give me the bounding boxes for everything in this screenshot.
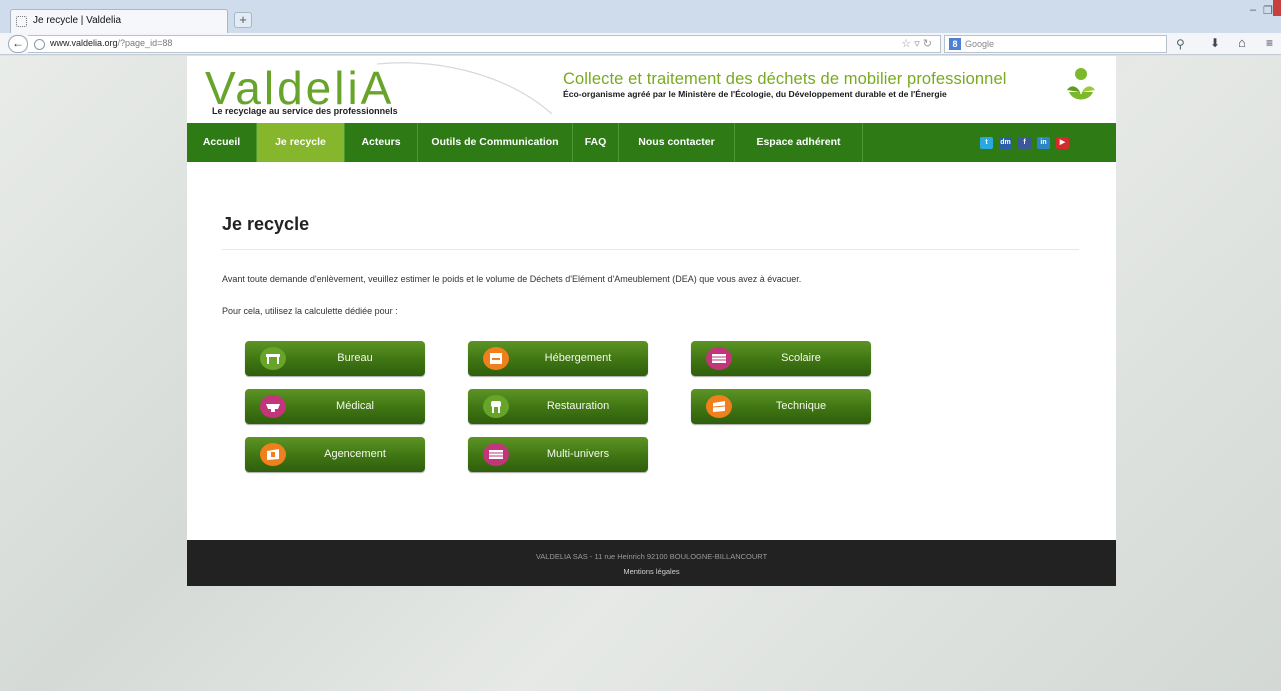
calc-hebergement-button[interactable]: Hébergement xyxy=(468,341,648,376)
favicon-icon xyxy=(16,16,27,27)
download-icon[interactable]: ⬇ xyxy=(1210,36,1220,50)
browser-tab-bar: Je recycle | Valdelia + – ❐ xyxy=(0,0,1281,33)
site-container: ValdeliA Le recyclage au service des pro… xyxy=(187,56,1116,586)
nav-je-recycle[interactable]: Je recycle xyxy=(257,123,345,162)
back-button[interactable]: ← xyxy=(8,35,28,53)
calc-label: Médical xyxy=(336,400,374,412)
office-desk-icon xyxy=(260,347,286,370)
calc-label: Technique xyxy=(775,400,827,412)
main-navigation: Accueil Je recycle Acteurs Outils de Com… xyxy=(187,123,1116,162)
site-header: ValdeliA Le recyclage au service des pro… xyxy=(187,56,1116,123)
nav-nous-contacter[interactable]: Nous contacter xyxy=(619,123,735,162)
mentions-legales-link[interactable]: Mentions légales xyxy=(187,567,1116,576)
nav-acteurs[interactable]: Acteurs xyxy=(345,123,418,162)
bed-icon xyxy=(483,347,509,370)
minimize-icon[interactable]: – xyxy=(1250,4,1256,16)
calc-label: Agencement xyxy=(324,448,386,460)
youtube-icon[interactable]: ▶ xyxy=(1056,137,1069,149)
site-footer: VALDELIA SAS - 11 rue Heinrich 92100 BOU… xyxy=(187,540,1116,586)
footer-address: VALDELIA SAS - 11 rue Heinrich 92100 BOU… xyxy=(535,552,768,561)
calc-multi-univers-button[interactable]: Multi-univers xyxy=(468,437,648,472)
nav-outils-communication[interactable]: Outils de Communication xyxy=(418,123,573,162)
header-title: Collecte et traitement des déchets de mo… xyxy=(563,70,1007,88)
multi-furniture-icon xyxy=(483,443,509,466)
nav-espace-adherent[interactable]: Espace adhérent xyxy=(735,123,863,162)
twitter-icon[interactable]: t xyxy=(980,137,993,149)
page-background: ValdeliA Le recyclage au service des pro… xyxy=(0,56,1281,691)
nav-accueil[interactable]: Accueil xyxy=(187,123,257,162)
calc-label: Hébergement xyxy=(544,352,612,364)
menu-icon[interactable]: ≡ xyxy=(1266,36,1273,50)
intro-text: Avant toute demande d'enlèvement, veuill… xyxy=(222,274,802,284)
url-bar[interactable]: www.valdelia.org/?page_id=88 ☆ ▿ ↻ xyxy=(28,35,941,53)
calc-label: Restauration xyxy=(546,400,610,412)
calc-label: Bureau xyxy=(337,352,373,364)
shelving-icon xyxy=(706,395,732,418)
tagline: Le recyclage au service des professionne… xyxy=(212,106,398,116)
plant-logo-icon xyxy=(1067,68,1095,100)
url-text: www.valdelia.org/?page_id=88 xyxy=(50,38,173,48)
calc-label: Multi-univers xyxy=(546,448,610,460)
nav-faq[interactable]: FAQ xyxy=(573,123,619,162)
globe-icon xyxy=(34,39,45,50)
linkedin-icon[interactable]: in xyxy=(1037,137,1050,149)
search-icon[interactable]: ⚲ xyxy=(1176,37,1185,51)
dailymotion-icon[interactable]: dm xyxy=(999,137,1012,149)
chair-icon xyxy=(483,395,509,418)
tab-title: Je recycle | Valdelia xyxy=(33,15,122,26)
search-bar[interactable]: 8 Google xyxy=(944,35,1167,53)
calc-medical-button[interactable]: Médical xyxy=(245,389,425,424)
google-icon: 8 xyxy=(949,38,961,50)
search-placeholder: Google xyxy=(965,39,995,49)
calc-agencement-button[interactable]: Agencement xyxy=(245,437,425,472)
browser-nav-bar: ← www.valdelia.org/?page_id=88 ☆ ▿ ↻ 8 G… xyxy=(0,33,1281,55)
facebook-icon[interactable]: f xyxy=(1018,137,1031,149)
header-subtitle: Éco-organisme agréé par le Ministère de … xyxy=(563,89,947,99)
cabinet-icon xyxy=(260,443,286,466)
calc-bureau-button[interactable]: Bureau xyxy=(245,341,425,376)
new-tab-button[interactable]: + xyxy=(234,12,252,28)
calc-technique-button[interactable]: Technique xyxy=(691,389,871,424)
home-icon[interactable]: ⌂ xyxy=(1238,35,1246,50)
school-desk-icon xyxy=(706,347,732,370)
page-title: Je recycle xyxy=(222,214,310,234)
calc-scolaire-button[interactable]: Scolaire xyxy=(691,341,871,376)
main-content: Je recycle Avant toute demande d'enlèvem… xyxy=(187,162,1116,540)
calc-restauration-button[interactable]: Restauration xyxy=(468,389,648,424)
bookmark-star-icon[interactable]: ☆ ▿ ↻ xyxy=(901,37,932,50)
medical-bed-icon xyxy=(260,395,286,418)
prompt-text: Pour cela, utilisez la calculette dédiée… xyxy=(222,306,398,316)
restore-icon[interactable]: ❐ xyxy=(1263,4,1273,17)
calc-label: Scolaire xyxy=(781,352,821,364)
browser-tab[interactable]: Je recycle | Valdelia xyxy=(10,9,228,33)
close-window-icon[interactable] xyxy=(1273,0,1281,16)
divider xyxy=(222,249,1079,250)
